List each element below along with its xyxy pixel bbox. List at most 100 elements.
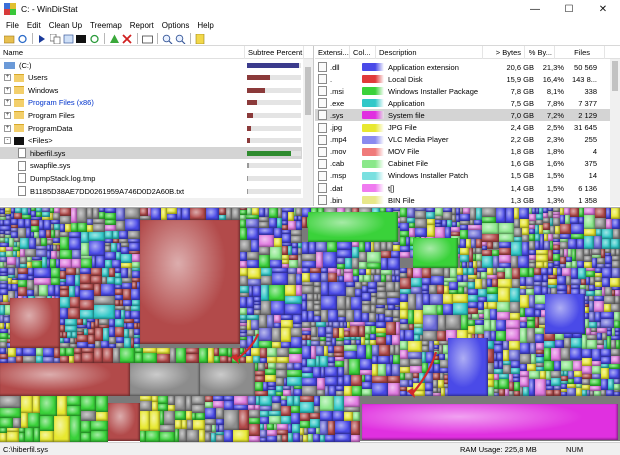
treemap-tile[interactable]	[215, 435, 224, 442]
treemap-tile[interactable]	[287, 363, 295, 370]
treemap-tile[interactable]	[94, 328, 104, 342]
treemap-tile[interactable]	[481, 234, 499, 242]
treemap-tile[interactable]	[310, 272, 322, 282]
treemap-tile[interactable]	[21, 208, 29, 216]
treemap-tile[interactable]	[350, 296, 363, 311]
treemap-tile[interactable]	[583, 235, 595, 249]
treemap-tile[interactable]	[430, 268, 444, 277]
treemap-tile[interactable]	[313, 434, 321, 442]
treemap-tile[interactable]	[545, 294, 585, 334]
treemap-tile[interactable]	[335, 421, 352, 434]
treemap-tile[interactable]	[39, 229, 46, 238]
treemap-tile[interactable]	[26, 280, 35, 291]
treemap-tile[interactable]	[13, 417, 22, 429]
treemap-tile[interactable]	[33, 396, 40, 413]
extension-row[interactable]: .msp Windows Installer Patch 1,5 GB 1,5% 14	[315, 170, 610, 182]
treemap-tile[interactable]	[353, 310, 363, 322]
treemap-tile[interactable]	[604, 303, 611, 313]
treemap-tile[interactable]	[271, 327, 281, 342]
tree-row[interactable]: + Users	[0, 72, 302, 84]
treemap-tile[interactable]	[111, 260, 122, 268]
tree-vertical-scrollbar[interactable]	[303, 59, 313, 206]
treemap-tile[interactable]	[80, 410, 97, 421]
treemap-tile[interactable]	[498, 288, 511, 303]
treemap-tile[interactable]	[223, 410, 240, 431]
expand-icon[interactable]: +	[4, 111, 11, 119]
treemap-tile[interactable]	[105, 230, 113, 240]
treemap-tile[interactable]	[271, 396, 281, 404]
treemap-tile[interactable]	[499, 255, 511, 264]
treemap-tile[interactable]	[400, 294, 408, 303]
treemap-tile[interactable]	[18, 227, 26, 238]
treemap-tile[interactable]	[381, 258, 388, 270]
treemap-tile[interactable]	[258, 255, 270, 268]
treemap-tile[interactable]	[349, 359, 361, 376]
treemap-tile[interactable]	[327, 345, 335, 353]
tree-row[interactable]: B1185D38AE7DD0261959A746D0D2A60B.txt	[0, 185, 302, 197]
treemap-tile[interactable]	[25, 428, 34, 442]
treemap-tile[interactable]	[125, 219, 140, 231]
treemap-tile[interactable]	[247, 268, 262, 279]
treemap-tile[interactable]	[366, 251, 382, 263]
treemap-tile[interactable]	[443, 304, 453, 316]
column-extension[interactable]: Extensi...	[315, 46, 350, 59]
treemap-tile[interactable]	[543, 347, 551, 361]
treemap-tile[interactable]	[319, 356, 328, 367]
treemap-tile[interactable]	[72, 249, 81, 260]
extension-row[interactable]: .cab Cabinet File 1,6 GB 1,6% 375	[315, 158, 610, 170]
treemap-tile[interactable]	[594, 235, 603, 249]
treemap-tile[interactable]	[320, 421, 329, 435]
treemap-tile[interactable]	[560, 242, 569, 249]
treemap-tile[interactable]	[300, 402, 314, 413]
treemap-tile[interactable]	[66, 268, 76, 276]
tree-row[interactable]: (C:)	[0, 59, 302, 71]
treemap-tile[interactable]	[266, 315, 274, 328]
treemap-tile[interactable]	[50, 277, 60, 285]
treemap-tile[interactable]	[521, 234, 529, 242]
treemap-tile[interactable]	[118, 230, 129, 240]
treemap-tile[interactable]	[258, 228, 274, 235]
treemap-tile[interactable]	[468, 230, 482, 240]
treemap-tile[interactable]	[67, 396, 81, 406]
treemap-tile[interactable]	[449, 268, 458, 278]
treemap-tile[interactable]	[612, 268, 620, 278]
expand-icon[interactable]: +	[4, 86, 11, 94]
treemap-tile[interactable]	[216, 408, 224, 420]
treemap-tile[interactable]	[302, 242, 310, 254]
treemap-tile[interactable]	[415, 294, 424, 310]
treemap-tile[interactable]	[445, 315, 461, 330]
treemap-tile[interactable]	[495, 208, 506, 223]
treemap-tile[interactable]	[324, 434, 335, 442]
treemap-tile[interactable]	[192, 396, 205, 406]
extension-row[interactable]: .bin BIN File 1,3 GB 1,3% 1 358	[315, 194, 610, 206]
treemap-tile[interactable]	[400, 341, 409, 351]
treemap-tile[interactable]	[280, 320, 293, 329]
treemap-tile[interactable]	[273, 237, 282, 248]
treemap-tile[interactable]	[406, 208, 416, 218]
treemap-tile[interactable]	[510, 313, 520, 321]
treemap-tile[interactable]	[498, 222, 514, 234]
treemap-tile[interactable]	[309, 242, 317, 254]
treemap-tile[interactable]	[593, 390, 602, 396]
treemap-tile[interactable]	[258, 247, 270, 256]
treemap-tile[interactable]	[96, 396, 108, 413]
treemap-tile[interactable]	[289, 354, 302, 363]
extension-vertical-scrollbar[interactable]	[610, 59, 620, 206]
treemap-tile[interactable]	[28, 237, 37, 249]
treemap-tile[interactable]	[261, 284, 270, 302]
treemap-tile[interactable]	[240, 260, 248, 268]
treemap-tile[interactable]	[105, 260, 112, 268]
treemap-tile[interactable]	[247, 278, 262, 286]
treemap-tile[interactable]	[240, 340, 247, 348]
menu-treemap[interactable]: Treemap	[86, 21, 126, 30]
treemap-tile[interactable]	[388, 376, 400, 383]
treemap-tile[interactable]	[218, 208, 226, 215]
treemap-tile[interactable]	[39, 416, 54, 431]
treemap-tile[interactable]	[583, 208, 595, 215]
treemap-tile[interactable]	[385, 310, 393, 318]
treemap-tile[interactable]	[350, 326, 360, 337]
treemap-tile[interactable]	[320, 411, 333, 422]
treemap-tile[interactable]	[509, 349, 520, 361]
treemap-tile[interactable]	[358, 251, 367, 262]
treemap-tile[interactable]	[400, 302, 408, 310]
